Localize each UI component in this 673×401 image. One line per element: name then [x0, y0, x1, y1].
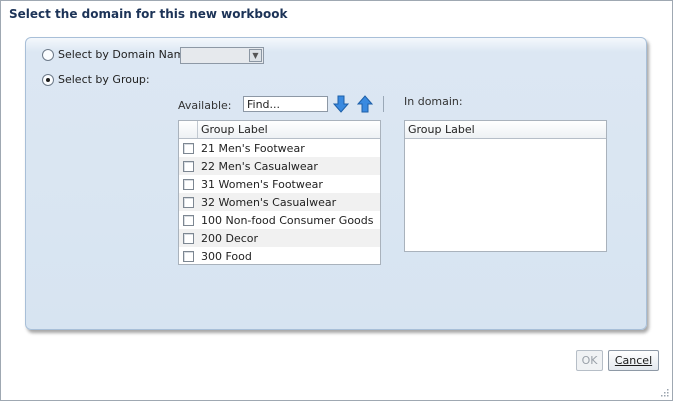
find-input[interactable]: [243, 96, 328, 112]
in-domain-table: Group Label: [404, 120, 607, 252]
chevron-down-icon[interactable]: ▼: [249, 49, 262, 62]
group-label: 32 Women's Casualwear: [201, 195, 337, 209]
select-by-domain-name-option[interactable]: Select by Domain Name:: [42, 48, 195, 61]
select-domain-dialog: Select the domain for this new workbook …: [0, 0, 673, 401]
cancel-button[interactable]: Cancel: [608, 350, 659, 371]
select-by-group-radio[interactable]: [42, 73, 54, 86]
row-checkbox[interactable]: [183, 250, 194, 262]
row-checkbox[interactable]: [183, 196, 194, 208]
row-checkbox[interactable]: [183, 232, 194, 244]
group-label-column-header: Group Label: [408, 123, 475, 136]
table-row[interactable]: 300 Food: [179, 247, 380, 265]
select-by-domain-name-label: Select by Domain Name:: [58, 48, 195, 61]
group-label: 21 Men's Footwear: [201, 141, 305, 155]
group-label: 100 Non-food Consumer Goods: [201, 213, 374, 227]
arrow-down-icon[interactable]: [333, 95, 349, 113]
available-label: Available:: [178, 99, 232, 112]
group-label: 200 Decor: [201, 231, 259, 245]
domain-selection-panel: Select by Domain Name: ▼ Select by Group…: [25, 37, 647, 330]
row-checkbox[interactable]: [183, 142, 194, 154]
table-row[interactable]: 32 Women's Casualwear: [179, 193, 380, 211]
domain-name-dropdown[interactable]: ▼: [180, 47, 264, 64]
table-row[interactable]: 31 Women's Footwear: [179, 175, 380, 193]
available-groups-table: Group Label 21 Men's Footwear 22 Men's C…: [178, 120, 381, 265]
in-domain-label: In domain:: [404, 95, 463, 108]
table-row[interactable]: 200 Decor: [179, 229, 380, 247]
table-row[interactable]: 21 Men's Footwear: [179, 139, 380, 157]
available-table-header: Group Label: [179, 121, 380, 139]
select-by-group-option[interactable]: Select by Group:: [42, 73, 150, 86]
group-label: 300 Food: [201, 249, 252, 263]
arrow-up-icon[interactable]: [357, 95, 373, 113]
table-row[interactable]: 100 Non-food Consumer Goods: [179, 211, 380, 229]
ok-button[interactable]: OK: [576, 350, 603, 371]
checkbox-column-header: [179, 121, 198, 138]
group-label: 22 Men's Casualwear: [201, 159, 318, 173]
group-label-column-header: Group Label: [201, 123, 268, 136]
row-checkbox[interactable]: [183, 160, 194, 172]
select-by-domain-name-radio[interactable]: [42, 48, 54, 61]
table-row[interactable]: 22 Men's Casualwear: [179, 157, 380, 175]
toolbar-divider: [383, 96, 384, 112]
row-checkbox[interactable]: [183, 178, 194, 190]
resize-grip-icon[interactable]: [659, 387, 669, 397]
select-by-group-label: Select by Group:: [58, 73, 150, 86]
dialog-title: Select the domain for this new workbook: [9, 7, 288, 21]
in-domain-table-header: Group Label: [405, 121, 606, 139]
row-checkbox[interactable]: [183, 214, 194, 226]
group-label: 31 Women's Footwear: [201, 177, 323, 191]
